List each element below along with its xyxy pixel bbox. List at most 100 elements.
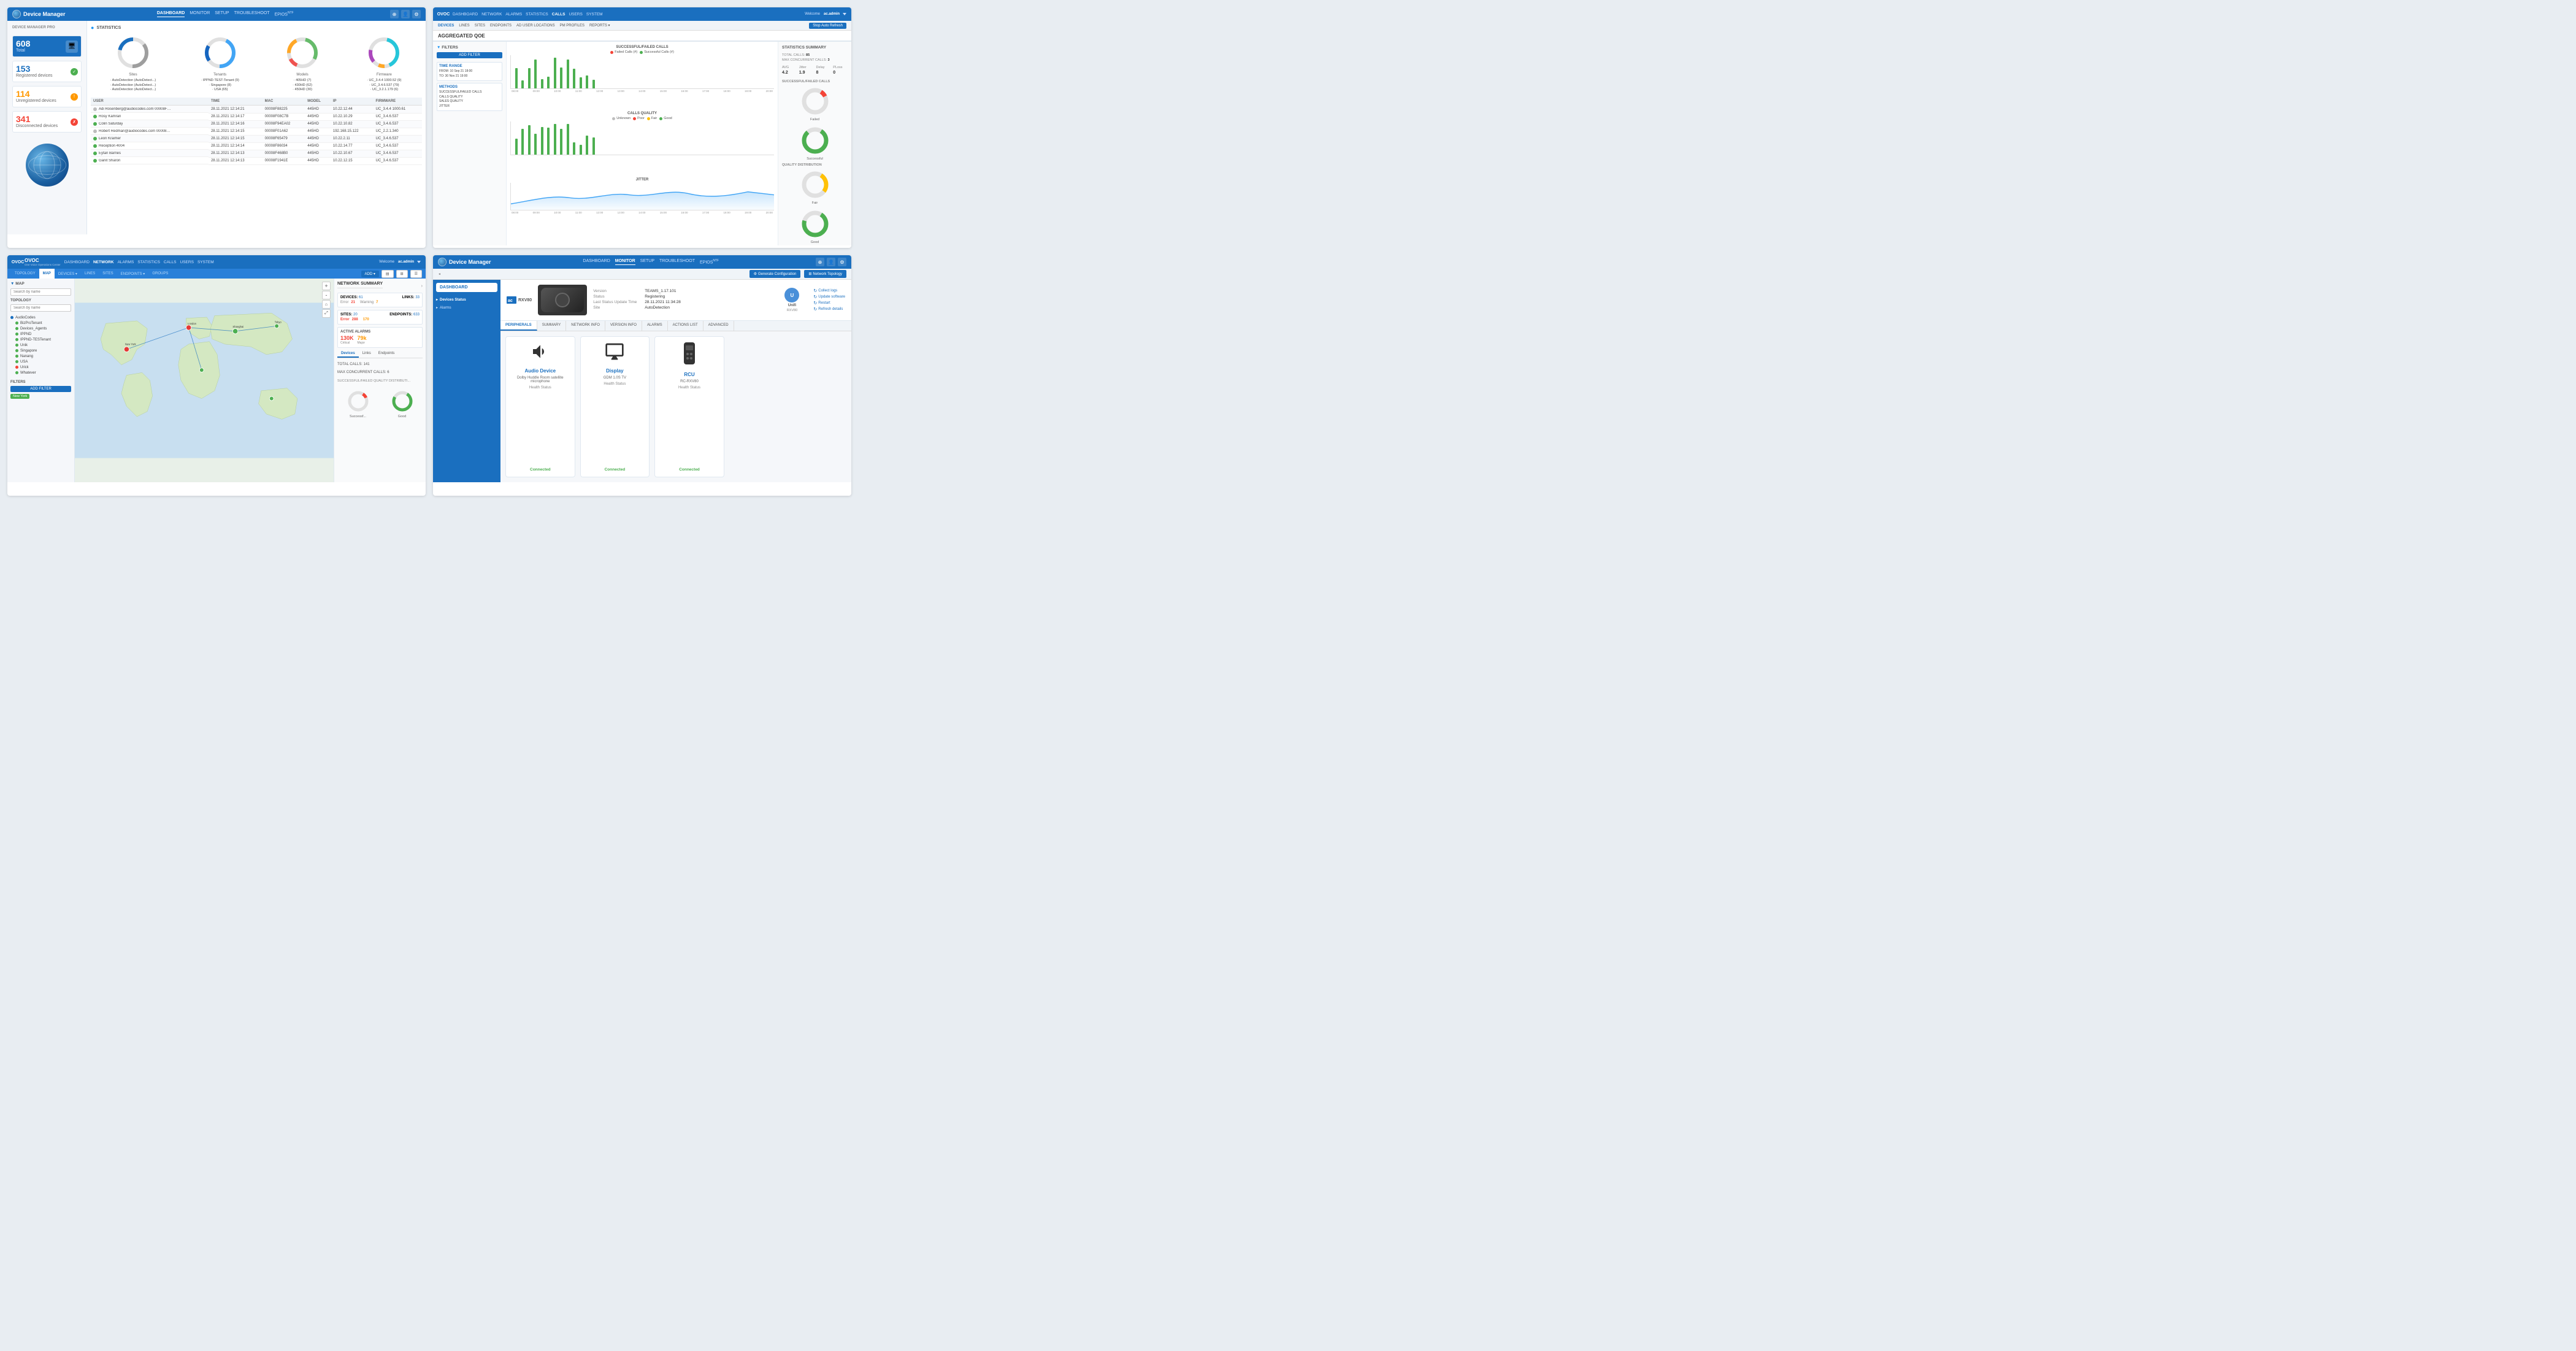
add-btn[interactable]: ADD ▾ [361,271,379,277]
nav-dashboard[interactable]: DASHBOARD [157,11,185,17]
dm4-nav-setup[interactable]: SETUP [640,259,654,264]
nav-network[interactable]: NETWORK [481,12,502,17]
tree-devices: Devices_Agents [10,326,71,331]
tab-endpoints[interactable]: ENDPOINTS [490,24,512,28]
nav-statistics[interactable]: STATISTICS [526,12,548,17]
add-filter-btn[interactable]: ADD FILTER [437,52,502,58]
nav-epios[interactable]: EPIOSNTF [275,11,294,17]
nav-calls[interactable]: CALLS [552,12,565,17]
tab-advanced[interactable]: ADVANCED [703,321,734,331]
ac-logo: ac RXV80 [507,296,532,304]
tab-peripherals[interactable]: PERIPHERALS [500,321,537,331]
auto-refresh-btn[interactable]: Stop Auto Refresh [809,23,846,29]
map-nav-dashboard[interactable]: DASHBOARD [64,260,90,264]
user-icon[interactable]: 👤 [401,10,410,18]
dm4-search-icon[interactable]: ⊕ [816,258,824,266]
dm4-nav-device-status[interactable]: ▸ Devices Status [436,296,497,304]
tab-sites[interactable]: SITES [99,269,117,279]
tab-lines[interactable]: LINES [81,269,99,279]
dm-sidebar-title: DEVICE MANAGER PRO [12,26,82,29]
devices-table: USER TIME MAC MODEL IP FIRMWARE Adi Rose… [91,98,422,165]
network-topology-btn[interactable]: ⊞ Network Topology [804,270,846,278]
tree-ippnd: IPPND [10,331,71,337]
tab-actions-list[interactable]: ACTIONS LIST [668,321,703,331]
zoom-in[interactable]: + [322,282,331,290]
map-nav-alarms[interactable]: ALARMS [118,260,134,264]
tab-network-info[interactable]: NETWORK INFO [566,321,605,331]
add-filter-btn2[interactable]: ADD FILTER [10,386,71,392]
nav-system[interactable]: SYSTEM [586,12,603,17]
map-home[interactable]: ⌂ [322,300,331,309]
tab-ad-user[interactable]: AD USER LOCATIONS [516,24,555,28]
stats-title: ● STATISTICS [91,25,422,31]
dm4-user-icon[interactable]: 👤 [827,258,835,266]
nav-setup[interactable]: SETUP [215,11,229,17]
dm4-nav-dashboard[interactable]: DASHBOARD [583,259,610,264]
filters-section: FILTERS ADD FILTER New York [10,380,71,399]
table-row[interactable]: Rosy Kamran [91,113,209,120]
tab-endpoints[interactable]: ENDPOINTS ▾ [117,269,149,279]
dm4-dashboard-btn[interactable]: DASHBOARD [436,283,497,292]
ns-expand[interactable]: › [421,284,423,288]
view-btn[interactable]: ☰ [410,270,422,278]
chart1-xaxis: 08:0009:0010:0011:0012:0013:0014:0015:00… [510,90,774,93]
dm4-settings-icon[interactable]: ⚙ [838,258,846,266]
table-row[interactable]: Adi Rosenberg@audiocodes.com 00008F0ec23 [91,106,209,113]
dm4-nav-troubleshoot[interactable]: TROUBLESHOOT [659,259,695,264]
tenants-label: Tenants [213,73,226,77]
topology-search[interactable] [10,288,71,296]
action-refresh-details[interactable]: Refresh details [813,307,845,312]
bar-group [589,137,595,155]
ns-tab-links[interactable]: Links [359,350,375,358]
nav-dashboard[interactable]: DASHBOARD [453,12,478,17]
generate-config-btn[interactable]: ⚙ Generate Configuration [749,270,801,278]
tab-sites[interactable]: SITES [475,24,485,28]
bar-group [545,70,550,88]
dm4-nav-monitor[interactable]: MONITOR [615,259,635,264]
failed-bar [525,76,527,88]
table-row[interactable]: Leon Kraimer [91,135,209,142]
export-btn[interactable]: ▤ [381,270,394,278]
ns-tab-endpoints[interactable]: Endpoints [375,350,399,358]
tab-reports[interactable]: REPORTS ▾ [589,23,610,28]
map-nav-network[interactable]: NETWORK [93,260,114,264]
nav-alarms[interactable]: ALARMS [505,12,522,17]
search-icon[interactable]: ⊕ [390,10,399,18]
tab-groups[interactable]: GROUPS [148,269,172,279]
map-expand[interactable]: ⤢ [322,309,331,318]
map-nav-users[interactable]: USERS [180,260,194,264]
dm4-nav-alarms[interactable]: ▸ Alarms [436,304,497,312]
tab-alarms[interactable]: ALARMS [642,321,668,331]
globe-svg [32,150,63,180]
map-nav-calls[interactable]: CALLS [164,260,177,264]
map-nav-statistics[interactable]: STATISTICS [137,260,160,264]
ns-tab-devices[interactable]: Devices [337,350,359,358]
table-row[interactable]: Reception 4004 [91,142,209,150]
tab-summary[interactable]: SUMMARY [537,321,567,331]
nav-troubleshoot[interactable]: TROUBLESHOOT [234,11,270,17]
table-row[interactable]: Eytan Barnes [91,150,209,157]
topology-search2[interactable] [10,304,71,312]
dm4-nav-epios[interactable]: EPIOSNTF [700,259,719,264]
settings-icon[interactable]: ⚙ [412,10,421,18]
tab-devices[interactable]: DEVICES [438,24,454,28]
table-row[interactable]: Ganit Sharon [91,157,209,164]
action-collect-logs[interactable]: Collect logs [813,288,845,293]
tab-devices[interactable]: DEVICES ▾ [55,269,81,279]
table-row[interactable]: Robert Redman@audiocodes.com 00008F014c0… [91,128,209,135]
tab-lines[interactable]: LINES [459,24,469,28]
action-restart[interactable]: Restart [813,301,845,306]
chart1-legend: Failed Calls (#) Successful Calls (#) [510,50,774,54]
filter-btn[interactable]: ⊞ [396,270,408,278]
nav-users[interactable]: USERS [569,12,582,17]
action-update-software[interactable]: Update software [813,294,845,299]
tab-version-info[interactable]: VERSION INFO [605,321,642,331]
nav-monitor[interactable]: MONITOR [190,11,210,17]
tab-pm-profiles[interactable]: PM PROFILES [560,24,585,28]
map-nav-system[interactable]: SYSTEM [197,260,214,264]
tab-topology[interactable]: TOPOLOGY [11,269,39,279]
tab-map[interactable]: MAP [39,269,55,279]
table-row[interactable]: Colin Saturday [91,120,209,128]
zoom-out[interactable]: - [322,291,331,299]
tree-singapore: Singapore [10,348,71,353]
